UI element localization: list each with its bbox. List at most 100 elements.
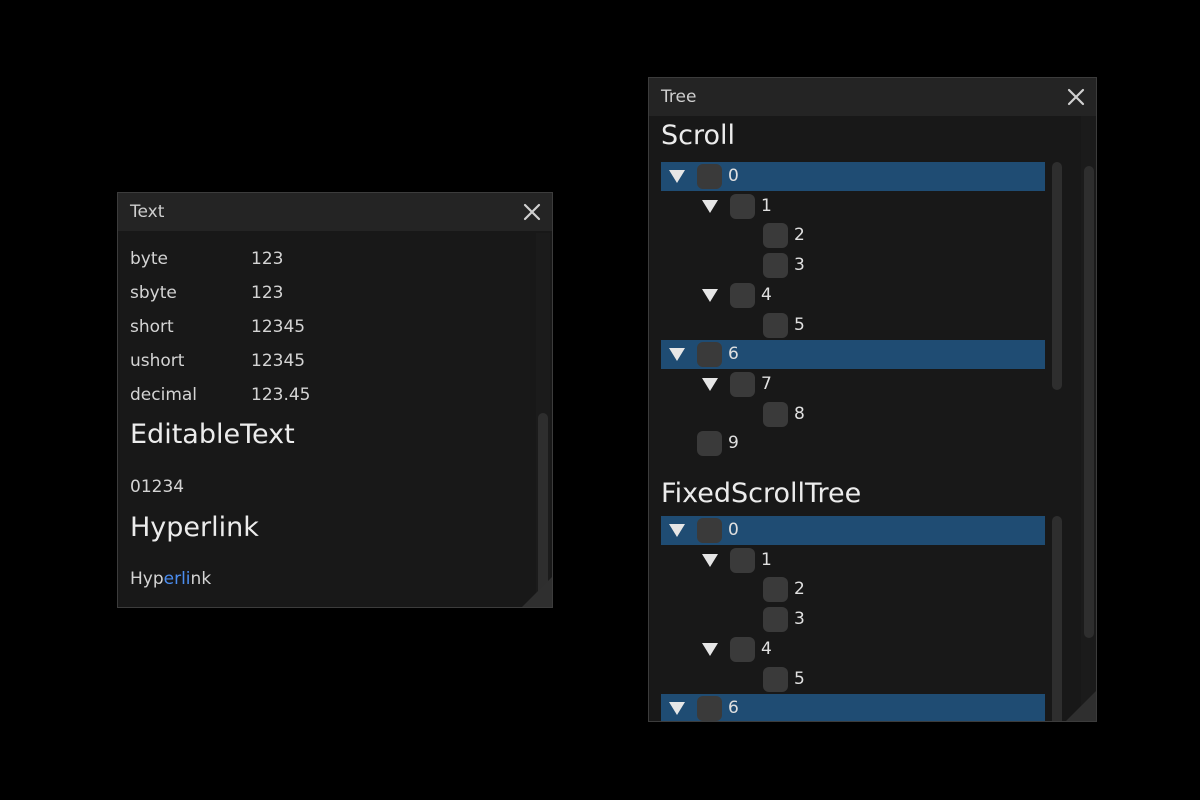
- scrollbar-thumb[interactable]: [1052, 516, 1062, 721]
- text-window: Text byte 123 sbyte 123 short 12345 usho…: [117, 192, 553, 608]
- tree-node-label: 4: [761, 638, 772, 659]
- field-value: 123: [251, 249, 284, 269]
- text-window-titlebar[interactable]: Text: [118, 193, 552, 231]
- tree-node-label: 0: [728, 166, 739, 186]
- tree-node[interactable]: 4: [661, 635, 1045, 664]
- hyperlink-suffix: nk: [190, 569, 212, 589]
- fixed-tree-scrollbar[interactable]: [1051, 516, 1063, 721]
- tree-node-label: 5: [794, 314, 805, 335]
- checkbox[interactable]: [697, 342, 722, 368]
- tree-node-label: 6: [728, 698, 739, 719]
- expanded-arrow-icon[interactable]: [700, 374, 720, 394]
- field-label: ushort: [130, 351, 185, 371]
- tree-window: Tree Scroll 0 1 2 3 4 5 6 7 8 9 FixedScrollTree 0…: [648, 77, 1097, 722]
- tree-node-label: 9: [728, 433, 739, 454]
- tree-node[interactable]: 1: [661, 192, 1045, 221]
- tree-node-label: 1: [761, 549, 772, 570]
- scroll-heading: Scroll: [661, 120, 736, 151]
- expanded-arrow-icon[interactable]: [700, 550, 720, 570]
- fixed-scroll-tree-heading: FixedScrollTree: [661, 478, 862, 509]
- checkbox[interactable]: [763, 577, 788, 603]
- field-value: 12345: [251, 351, 306, 371]
- checkbox[interactable]: [697, 518, 722, 543]
- checkbox[interactable]: [730, 371, 755, 397]
- field-label: byte: [130, 249, 168, 269]
- tree-node[interactable]: 3: [661, 605, 1045, 634]
- field-value: 123: [251, 283, 284, 303]
- checkbox[interactable]: [763, 401, 788, 427]
- tree-node-label: 2: [794, 579, 805, 600]
- scroll-tree-scrollbar[interactable]: [1051, 162, 1063, 459]
- field-label: short: [130, 317, 174, 337]
- checkbox[interactable]: [763, 253, 788, 279]
- editable-text-heading: EditableText: [130, 419, 295, 450]
- expanded-arrow-icon[interactable]: [700, 196, 720, 216]
- scroll-tree: 0 1 2 3 4 5 6 7 8 9: [661, 162, 1045, 462]
- expanded-arrow-icon[interactable]: [667, 520, 687, 540]
- editable-text-field[interactable]: 01234: [130, 477, 184, 497]
- tree-node-label: 7: [761, 373, 772, 394]
- field-label: sbyte: [130, 283, 177, 303]
- tree-node-label: 2: [794, 225, 805, 246]
- hyperlink-heading: Hyperlink: [130, 512, 259, 543]
- scrollbar-thumb[interactable]: [1052, 162, 1062, 390]
- tree-node[interactable]: 2: [661, 221, 1045, 250]
- resize-grip[interactable]: [1066, 691, 1096, 721]
- fixed-scroll-tree: 0 1 2 3 4 5 6: [661, 516, 1045, 721]
- checkbox[interactable]: [697, 431, 722, 457]
- checkbox[interactable]: [763, 312, 788, 338]
- tree-node[interactable]: 5: [661, 665, 1045, 694]
- tree-node-label: 1: [761, 195, 772, 216]
- tree-node[interactable]: 3: [661, 251, 1045, 280]
- field-value: 123.45: [251, 385, 311, 405]
- checkbox[interactable]: [763, 223, 788, 249]
- expanded-arrow-icon[interactable]: [667, 698, 687, 718]
- tree-window-titlebar[interactable]: Tree: [649, 78, 1096, 116]
- scrollbar-thumb[interactable]: [538, 413, 548, 603]
- expanded-arrow-icon[interactable]: [700, 285, 720, 305]
- field-label: decimal: [130, 385, 198, 405]
- tree-node[interactable]: 6: [661, 340, 1045, 370]
- tree-window-title: Tree: [661, 87, 697, 107]
- text-window-content: byte 123 sbyte 123 short 12345 ushort 12…: [118, 233, 538, 607]
- tree-node-label: 8: [794, 403, 805, 424]
- tree-node[interactable]: 9: [661, 429, 1045, 458]
- close-icon[interactable]: [1064, 85, 1088, 109]
- checkbox[interactable]: [730, 636, 755, 662]
- field-value: 12345: [251, 317, 306, 337]
- close-icon[interactable]: [520, 200, 544, 224]
- checkbox[interactable]: [730, 193, 755, 219]
- checkbox[interactable]: [763, 607, 788, 633]
- tree-node[interactable]: 1: [661, 546, 1045, 575]
- tree-node-label: 3: [794, 609, 805, 630]
- tree-node[interactable]: 2: [661, 575, 1045, 604]
- text-window-scrollbar[interactable]: [536, 233, 550, 607]
- hyperlink-highlight: erli: [163, 569, 191, 589]
- tree-node-label: 6: [728, 344, 739, 365]
- tree-node[interactable]: 0: [661, 162, 1045, 191]
- tree-node[interactable]: 6: [661, 694, 1045, 721]
- tree-node[interactable]: 7: [661, 370, 1045, 399]
- resize-grip[interactable]: [522, 577, 552, 607]
- checkbox[interactable]: [763, 666, 788, 692]
- tree-node-label: 3: [794, 255, 805, 276]
- checkbox[interactable]: [697, 164, 722, 189]
- text-window-title: Text: [130, 202, 165, 222]
- expanded-arrow-icon[interactable]: [700, 639, 720, 659]
- checkbox[interactable]: [730, 282, 755, 308]
- expanded-arrow-icon[interactable]: [667, 344, 687, 364]
- checkbox[interactable]: [730, 547, 755, 573]
- tree-window-content: Scroll 0 1 2 3 4 5 6 7 8 9 FixedScrollTree 0 1 2 3 4 5…: [649, 116, 1081, 721]
- tree-node-label: 4: [761, 284, 772, 305]
- tree-node-label: 0: [728, 520, 739, 540]
- tree-window-scrollbar[interactable]: [1081, 116, 1096, 721]
- tree-node[interactable]: 5: [661, 311, 1045, 340]
- checkbox[interactable]: [697, 696, 722, 721]
- scrollbar-thumb[interactable]: [1084, 166, 1094, 638]
- tree-node[interactable]: 4: [661, 281, 1045, 310]
- hyperlink[interactable]: Hyperlink: [130, 569, 211, 589]
- tree-node[interactable]: 8: [661, 400, 1045, 429]
- expanded-arrow-icon[interactable]: [667, 166, 687, 186]
- tree-node-label: 5: [794, 668, 805, 689]
- tree-node[interactable]: 0: [661, 516, 1045, 545]
